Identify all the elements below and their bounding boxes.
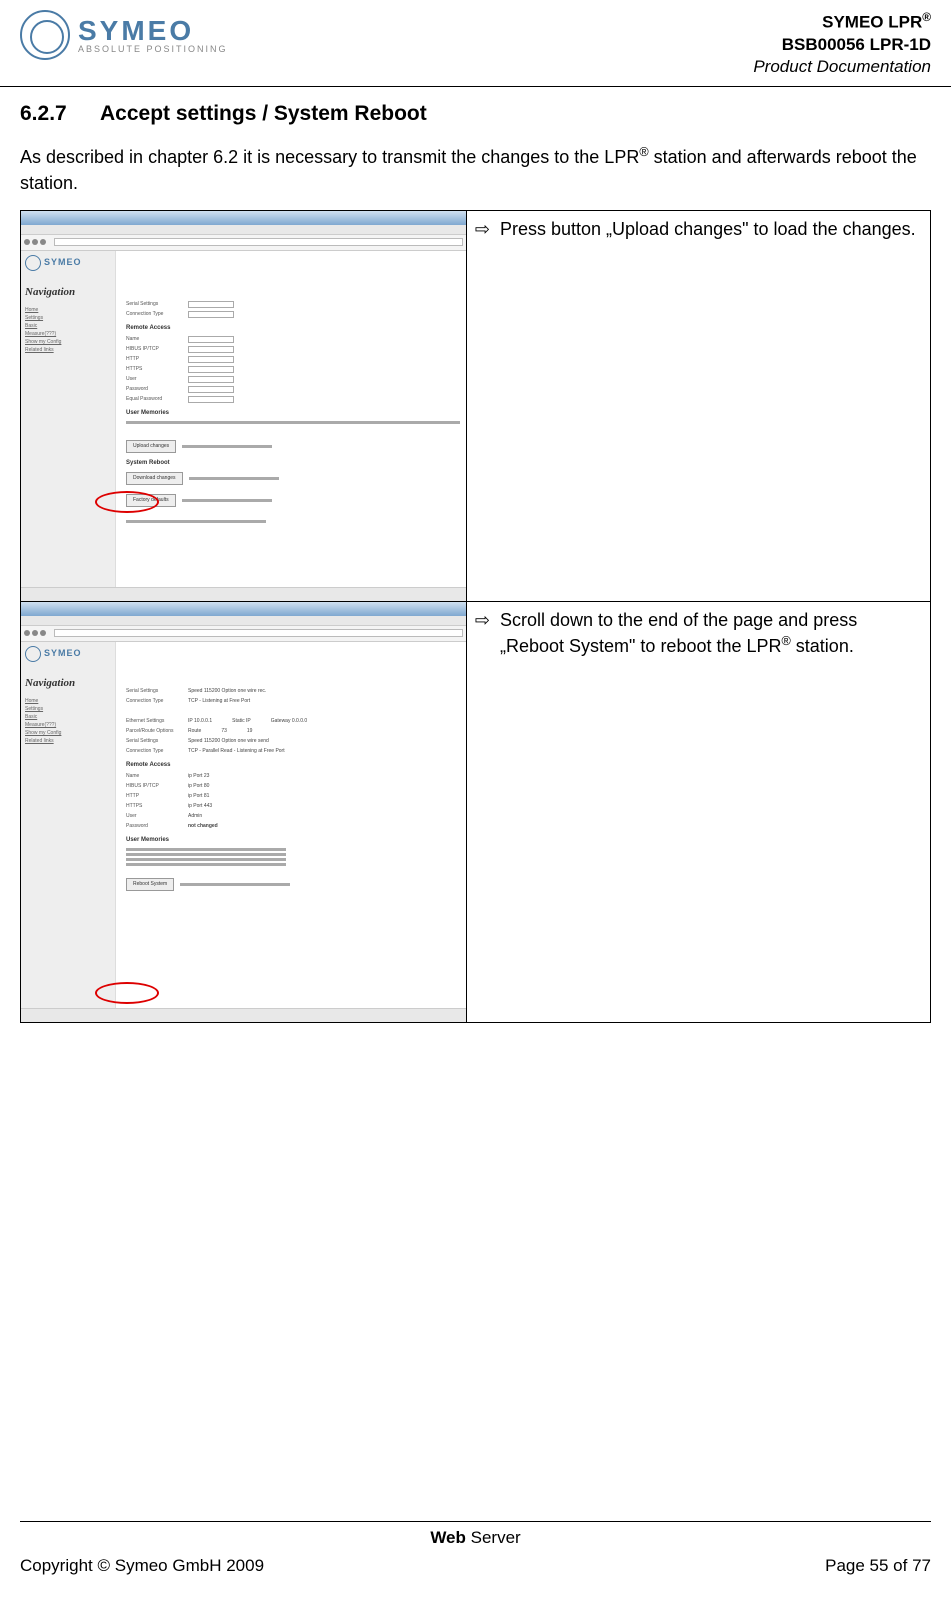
arrow-icon: ⇨: [475, 608, 490, 659]
step-1: ⇨ Press button „Upload changes" to load …: [475, 217, 920, 242]
nav-item: Show my Config: [25, 338, 111, 346]
page-number: Page 55 of 77: [825, 1554, 931, 1578]
page-header: SYMEO ABSOLUTE POSITIONING SYMEO LPR® BS…: [0, 0, 951, 87]
logo-icon: [20, 10, 70, 60]
nav-item: Related links: [25, 346, 111, 354]
screenshot-2: SYMEO Navigation Home Settings Basic Mea…: [21, 602, 466, 1022]
step-2: ⇨ Scroll down to the end of the page and…: [475, 608, 920, 659]
header-line1: SYMEO LPR: [822, 13, 922, 32]
nav-item: Home: [25, 306, 111, 314]
section-number: 6.2.7: [20, 99, 100, 128]
content: 6.2.7Accept settings / System Reboot As …: [0, 87, 951, 1521]
step-2-text-b: station.: [791, 636, 854, 656]
section-title: Accept settings / System Reboot: [100, 102, 427, 125]
section-heading: 6.2.7Accept settings / System Reboot: [20, 99, 931, 128]
upload-button: Upload changes: [126, 440, 176, 453]
intro-sup: ®: [639, 145, 648, 159]
arrow-icon: ⇨: [475, 217, 490, 242]
instruction-table: SYMEO Navigation Home Settings Basic Mea…: [20, 210, 931, 1023]
footer: Web Server Copyright © Symeo GmbH 2009 P…: [0, 1521, 951, 1598]
intro-paragraph: As described in chapter 6.2 it is necess…: [20, 144, 931, 195]
footer-title: Web Server: [20, 1526, 931, 1550]
logo-subtext: ABSOLUTE POSITIONING: [78, 45, 228, 54]
nav-heading: Navigation: [25, 285, 111, 300]
header-right: SYMEO LPR® BSB00056 LPR-1D Product Docum…: [753, 10, 931, 78]
nav-item: Measure(???): [25, 330, 111, 338]
step-1-text: Press button „Upload changes" to load th…: [500, 219, 916, 239]
copyright: Copyright © Symeo GmbH 2009: [20, 1554, 264, 1578]
screenshot-1: SYMEO Navigation Home Settings Basic Mea…: [21, 211, 466, 601]
intro-a: As described in chapter 6.2 it is necess…: [20, 147, 639, 167]
logo: SYMEO ABSOLUTE POSITIONING: [20, 10, 228, 60]
header-line1-sup: ®: [922, 10, 931, 24]
reboot-button: Reboot System: [126, 878, 174, 891]
header-line3: Product Documentation: [753, 56, 931, 78]
nav-item: Basic: [25, 322, 111, 330]
step-2-sup: ®: [782, 634, 791, 648]
nav-item: Settings: [25, 314, 111, 322]
header-line2: BSB00056 LPR-1D: [753, 34, 931, 56]
logo-text: SYMEO: [78, 17, 228, 45]
